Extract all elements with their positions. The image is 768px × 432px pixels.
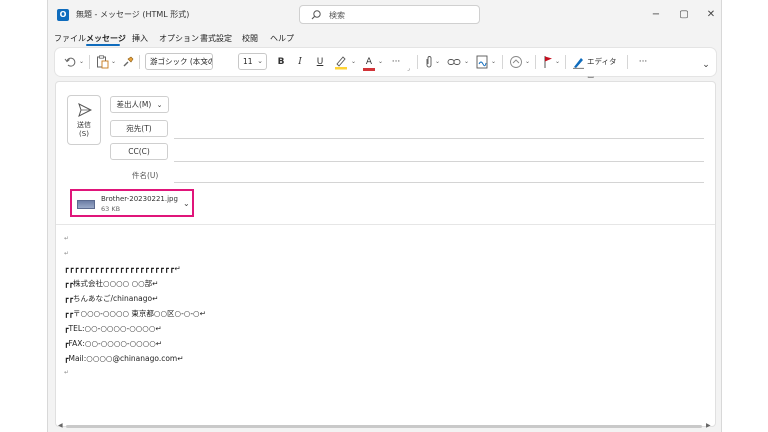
menu-format[interactable]: 書式設定 bbox=[200, 33, 232, 44]
menu-file[interactable]: ファイル bbox=[54, 33, 86, 44]
link-icon[interactable] bbox=[447, 56, 461, 68]
cc-field[interactable] bbox=[174, 161, 704, 162]
ribbon-separator bbox=[565, 55, 566, 69]
minimize-button[interactable]: − bbox=[648, 7, 664, 23]
menu-bar: ファイル メッセージ 挿入 オプション 書式設定 校閲 ヘルプ bbox=[48, 30, 721, 46]
body-line: ┏┏〒○○○-○○○○ 東京都○○区○-○-○↵ bbox=[64, 309, 206, 318]
undo-dropdown-chevron-icon[interactable]: ⌄ bbox=[79, 58, 84, 65]
ribbon-overflow-button[interactable]: ··· bbox=[635, 54, 651, 70]
attach-dropdown-chevron-icon[interactable]: ⌄ bbox=[435, 58, 440, 65]
attachment-size: 63 KB bbox=[101, 205, 121, 213]
cc-button[interactable]: CC(C) bbox=[110, 143, 168, 160]
attachment-name: Brother-20230221.jpg bbox=[101, 195, 178, 203]
attachment-thumbnail bbox=[77, 200, 95, 209]
body-line: ┏┏ちんあなご/chinanago↵ bbox=[64, 294, 159, 303]
editor-icon[interactable] bbox=[572, 55, 585, 69]
from-button[interactable]: 差出人(M) ⌄ bbox=[110, 96, 169, 113]
close-button[interactable]: ✕ bbox=[703, 7, 719, 23]
send-button[interactable]: 送信 (S) bbox=[67, 95, 101, 145]
undo-icon[interactable] bbox=[64, 56, 76, 68]
body-line: ┏TEL:○○-○○○○-○○○○↵ bbox=[64, 324, 162, 333]
bold-button[interactable]: B bbox=[274, 54, 288, 70]
title-bar: O 無題 - メッセージ (HTML 形式) 検索 − ▢ ✕ bbox=[48, 0, 721, 30]
ribbon-separator bbox=[139, 55, 140, 69]
highlight-dropdown-chevron-icon[interactable]: ⌄ bbox=[351, 58, 356, 65]
menu-options[interactable]: オプション bbox=[159, 33, 199, 44]
ribbon-separator bbox=[535, 55, 536, 69]
window-title: 無題 - メッセージ (HTML 形式) bbox=[76, 10, 190, 19]
search-box[interactable]: 検索 bbox=[299, 5, 480, 24]
subject-field[interactable] bbox=[174, 182, 704, 183]
link-dropdown-chevron-icon[interactable]: ⌄ bbox=[464, 58, 469, 65]
horizontal-scrollbar[interactable]: ◀ ▶ bbox=[58, 422, 713, 429]
font-size-dropdown[interactable]: 11 ⌄ bbox=[238, 53, 267, 70]
ribbon-separator bbox=[627, 55, 628, 69]
font-name-dropdown[interactable]: 游ゴシック (本文の ⌄ bbox=[145, 53, 213, 70]
chevron-down-icon: ⌄ bbox=[257, 57, 263, 65]
menu-review[interactable]: 校閲 bbox=[242, 33, 258, 44]
send-icon bbox=[78, 103, 92, 117]
active-tab-indicator bbox=[86, 44, 120, 46]
ribbon-toolbar: ⌄ ⌄ 游ゴシック (本文の ⌄ 11 ⌄ B I U ⌄ A ⌄ ··· ⌟ … bbox=[55, 48, 716, 82]
ribbon-separator bbox=[502, 55, 503, 69]
scroll-right-arrow-icon[interactable]: ▶ bbox=[706, 422, 711, 429]
body-line: ┏Mail:○○○○@chinanago.com↵ bbox=[64, 354, 184, 363]
to-button[interactable]: 宛先(T) bbox=[110, 120, 168, 137]
ribbon-separator bbox=[89, 55, 90, 69]
signature-icon[interactable] bbox=[476, 55, 489, 69]
body-line: ┏FAX:○○-○○○○-○○○○↵ bbox=[64, 339, 163, 348]
body-line: ↵ bbox=[64, 250, 70, 257]
menu-insert[interactable]: 挿入 bbox=[132, 33, 148, 44]
font-color-swatch bbox=[363, 68, 375, 71]
send-label: 送信 (S) bbox=[68, 121, 100, 139]
attachment-divider bbox=[56, 224, 715, 225]
attachment-menu-chevron-icon[interactable]: ⌄ bbox=[183, 199, 190, 208]
underline-button[interactable]: U bbox=[313, 54, 327, 70]
compose-pane: 送信 (S) 差出人(M) ⌄ 宛先(T) CC(C) 件名(U) Brothe… bbox=[55, 81, 716, 427]
search-placeholder: 検索 bbox=[329, 11, 345, 20]
sensitivity-icon[interactable] bbox=[509, 55, 523, 69]
subject-label: 件名(U) bbox=[132, 171, 159, 180]
attachment-chip[interactable]: Brother-20230221.jpg 63 KB ⌄ bbox=[70, 189, 194, 217]
screenshot-stage: O 無題 - メッセージ (HTML 形式) 検索 − ▢ ✕ ファイル メッセ… bbox=[0, 0, 768, 432]
sensitivity-dropdown-chevron-icon[interactable]: ⌄ bbox=[525, 58, 530, 65]
ribbon-separator bbox=[417, 55, 418, 69]
from-button-label: 差出人(M) bbox=[116, 100, 152, 109]
scrollbar-thumb[interactable] bbox=[66, 425, 702, 428]
body-line: ┏┏株式会社○○○○ ○○部↵ bbox=[64, 279, 159, 288]
outlook-app-icon: O bbox=[57, 9, 69, 21]
flag-icon[interactable] bbox=[543, 55, 553, 69]
attach-file-icon[interactable] bbox=[424, 55, 434, 69]
chevron-down-icon: ⌄ bbox=[203, 57, 209, 65]
send-label-text: 送信 bbox=[77, 121, 91, 129]
menu-message[interactable]: メッセージ bbox=[86, 33, 126, 44]
body-line: ↵ bbox=[64, 235, 70, 242]
body-line: ┏┏┏┏┏┏┏┏┏┏┏┏┏┏┏┏┏┏┏┏┏┏↵ bbox=[64, 264, 182, 273]
font-dialog-launcher-icon[interactable]: ⌟ bbox=[407, 65, 410, 72]
body-line: ↵ bbox=[64, 369, 70, 376]
signature-dropdown-chevron-icon[interactable]: ⌄ bbox=[491, 58, 496, 65]
menu-help[interactable]: ヘルプ bbox=[270, 33, 294, 44]
scroll-left-arrow-icon[interactable]: ◀ bbox=[58, 422, 63, 429]
send-shortcut-text: (S) bbox=[79, 130, 89, 138]
more-font-options-button[interactable]: ··· bbox=[388, 54, 404, 70]
paste-dropdown-chevron-icon[interactable]: ⌄ bbox=[111, 58, 116, 65]
font-color-dropdown-chevron-icon[interactable]: ⌄ bbox=[378, 58, 383, 65]
ribbon-collapse-chevron-icon[interactable]: ⌄ bbox=[700, 57, 712, 73]
outlook-message-window: O 無題 - メッセージ (HTML 形式) 検索 − ▢ ✕ ファイル メッセ… bbox=[47, 0, 722, 432]
paste-icon[interactable] bbox=[96, 55, 109, 69]
chevron-down-icon: ⌄ bbox=[156, 101, 163, 109]
italic-button[interactable]: I bbox=[293, 54, 307, 70]
to-field[interactable] bbox=[174, 138, 704, 139]
editor-button-label[interactable]: エディター bbox=[587, 54, 623, 82]
search-icon bbox=[311, 10, 321, 20]
highlighter-icon[interactable] bbox=[334, 54, 348, 70]
format-painter-icon[interactable] bbox=[122, 56, 134, 68]
font-size-value: 11 bbox=[243, 57, 253, 66]
restore-button[interactable]: ▢ bbox=[676, 7, 692, 23]
flag-dropdown-chevron-icon[interactable]: ⌄ bbox=[555, 58, 560, 65]
